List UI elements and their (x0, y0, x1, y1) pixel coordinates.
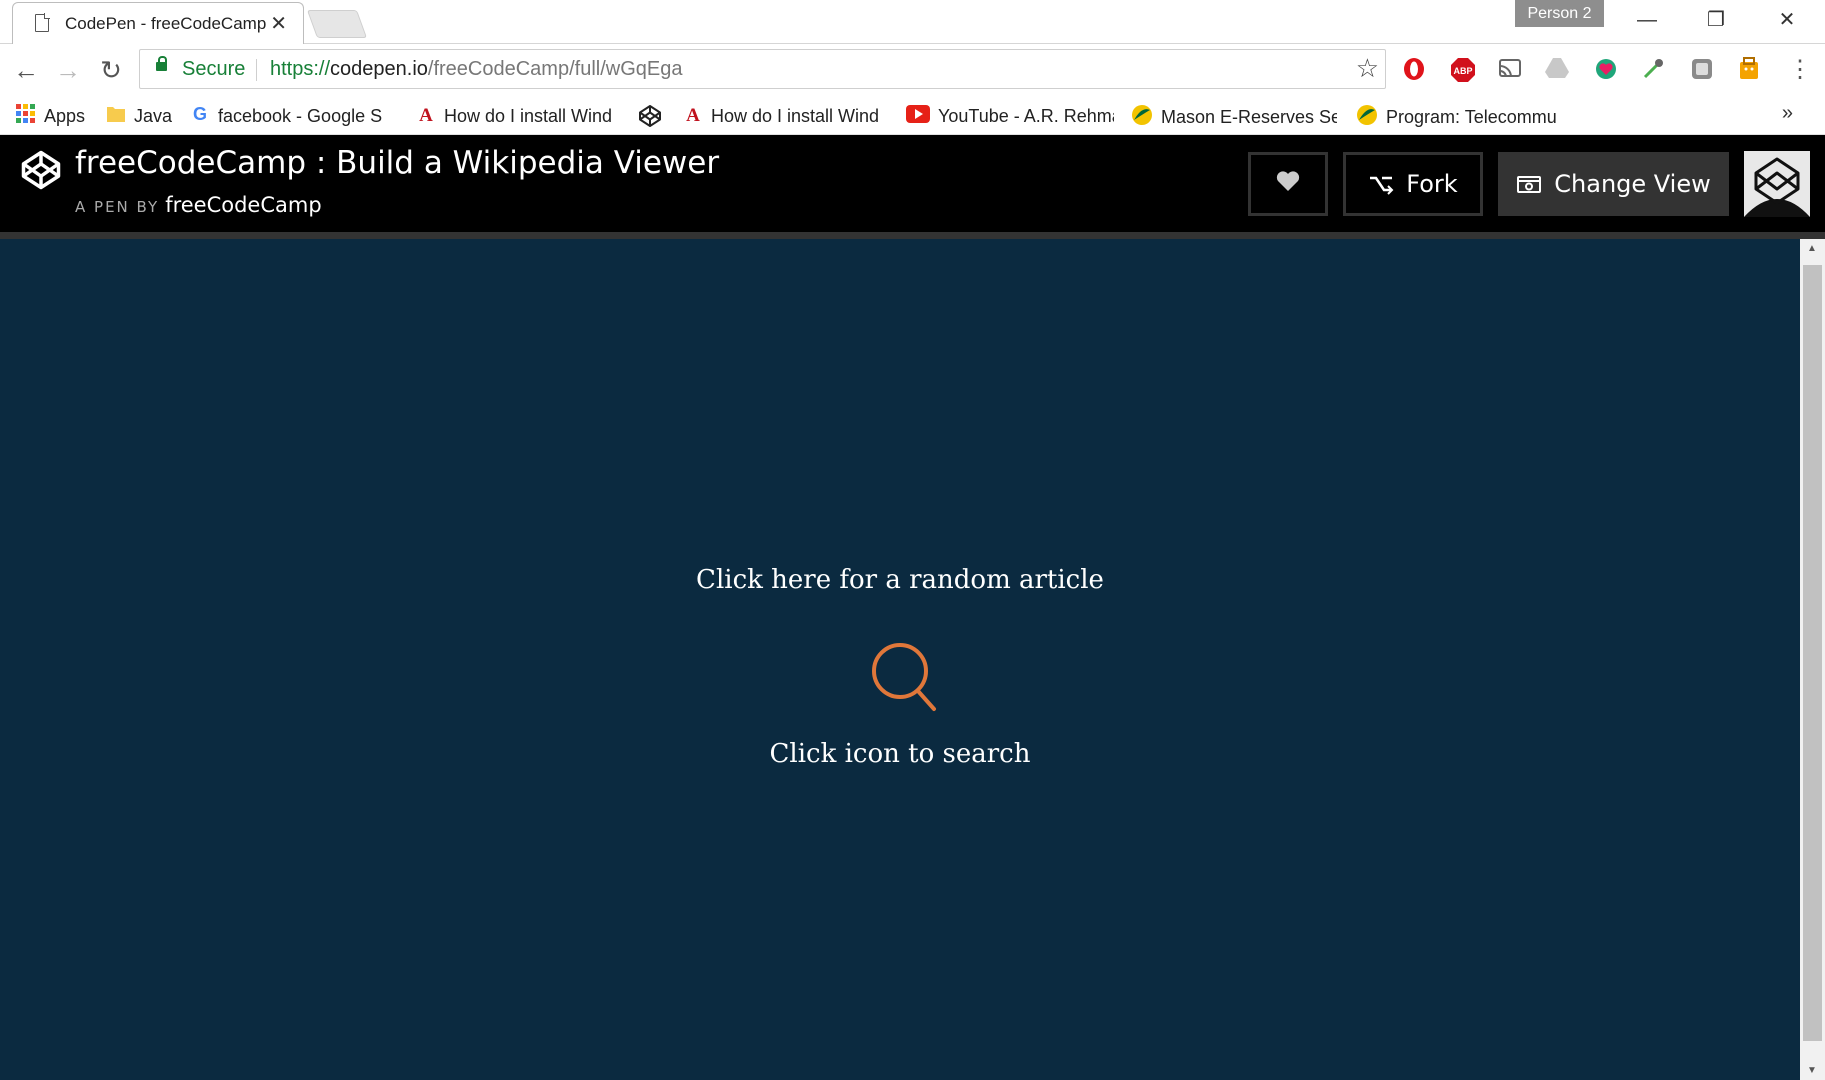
reload-icon[interactable]: ↻ (93, 52, 129, 88)
bookmark-youtube[interactable]: YouTube - A.R. Rehma (906, 104, 1114, 128)
author-link[interactable]: freeCodeCamp (165, 193, 322, 217)
bookmark-label: Mason E-Reserves Sea (1161, 106, 1337, 127)
minimize-icon[interactable]: — (1617, 4, 1677, 36)
more-bookmarks-icon[interactable]: » (1782, 102, 1793, 125)
change-view-label: Change View (1554, 170, 1711, 198)
folder-icon (106, 105, 126, 129)
browser-toolbar: ← → ↻ Secure https://codepen.io/freeCode… (0, 44, 1825, 96)
cast-icon[interactable] (1497, 57, 1521, 81)
omnibox-separator (256, 59, 257, 81)
forward-icon[interactable]: → (50, 52, 86, 88)
bookmark-label: Java (134, 106, 173, 126)
url-host: codepen.io (330, 58, 428, 80)
bookmark-star-icon[interactable]: ☆ (1356, 53, 1379, 84)
profile-button[interactable]: Person 2 (1515, 0, 1604, 27)
fork-button[interactable]: Fork (1343, 152, 1483, 216)
fork-label: Fork (1406, 170, 1458, 198)
menu-icon[interactable]: ⋮ (1782, 52, 1818, 88)
url-scheme: https:// (270, 58, 331, 80)
codepen-header: freeCodeCamp : Build a Wikipedia Viewer … (0, 135, 1825, 232)
bookmark-facebook-google[interactable]: Gfacebook - Google S (190, 104, 395, 128)
extension-square-icon[interactable] (1690, 57, 1714, 81)
mason-icon (1131, 104, 1153, 128)
bookmark-mason-ereserves[interactable]: Mason E-Reserves Sea (1131, 104, 1337, 128)
header-divider (0, 232, 1825, 239)
honey-extension-icon[interactable] (1737, 57, 1761, 81)
bookmarks-bar: Apps Java Gfacebook - Google S A How do I… (0, 96, 1825, 135)
page-icon (35, 13, 50, 32)
change-view-button[interactable]: Change View (1498, 152, 1729, 216)
youtube-icon (906, 105, 930, 128)
opera-icon[interactable] (1402, 57, 1426, 81)
view-icon (1516, 174, 1542, 194)
bookmark-program-telecommunications[interactable]: Program: Telecommu (1356, 104, 1564, 128)
url-path: /freeCodeCamp/full/wGqEga (427, 58, 683, 80)
bookmark-apps[interactable]: Apps (16, 104, 85, 128)
restore-icon[interactable]: ❐ (1686, 4, 1746, 36)
close-tab-icon[interactable]: ✕ (270, 11, 287, 36)
tab-strip: CodePen - freeCodeCamp ✕ Person 2 — ❐ ✕ (0, 0, 1825, 44)
scroll-down-icon[interactable]: ▼ (1807, 1065, 1817, 1076)
heart-button[interactable] (1248, 152, 1328, 216)
bookmark-label: Apps (44, 106, 86, 126)
new-tab-button[interactable] (306, 10, 368, 38)
close-window-icon[interactable]: ✕ (1757, 4, 1817, 36)
scrollbar-thumb[interactable] (1803, 265, 1822, 1041)
google-icon: G (190, 104, 210, 128)
answers-a-icon: A (416, 104, 436, 128)
bookmark-java[interactable]: Java (106, 104, 172, 128)
pen-preview: Click here for a random article Click ic… (0, 239, 1800, 1080)
bookmark-label: Program: Telecommu (1386, 106, 1557, 127)
pen-title: freeCodeCamp : Build a Wikipedia Viewer (75, 145, 720, 181)
pen-byline: A PEN BY freeCodeCamp (75, 193, 322, 217)
tab-title: CodePen - freeCodeCamp (65, 14, 267, 33)
back-icon[interactable]: ← (8, 52, 44, 88)
url-text[interactable]: https://codepen.io/freeCodeCamp/full/wGq… (270, 58, 682, 81)
bookmark-label: facebook - Google S (218, 106, 383, 126)
svg-text:G: G (193, 104, 207, 124)
heart-icon (1275, 169, 1301, 199)
secure-label: Secure (182, 58, 246, 80)
search-icon[interactable] (870, 641, 940, 718)
bookmark-install-windows-2[interactable]: A How do I install Wind (683, 104, 887, 128)
bookmark-codepen[interactable] (638, 104, 670, 128)
svg-text:ABP: ABP (1453, 66, 1472, 76)
answers-a-icon: A (683, 104, 703, 128)
scroll-up-icon[interactable]: ▲ (1807, 243, 1817, 254)
vertical-scrollbar[interactable]: ▲ ▼ (1800, 239, 1825, 1080)
bookmark-label: How do I install Wind (711, 106, 880, 126)
fork-icon (1368, 173, 1394, 195)
random-article-link[interactable]: Click here for a random article (0, 565, 1800, 595)
codepen-icon (638, 104, 662, 134)
eyedropper-icon[interactable] (1641, 57, 1665, 81)
address-bar[interactable]: Secure https://codepen.io/freeCodeCamp/f… (139, 49, 1386, 89)
heart-extension-icon[interactable] (1594, 57, 1618, 81)
user-avatar[interactable] (1744, 151, 1810, 217)
mason-icon (1356, 104, 1378, 128)
bookmark-install-windows-1[interactable]: A How do I install Wind (416, 104, 620, 128)
browser-tab[interactable]: CodePen - freeCodeCamp ✕ (12, 2, 304, 44)
bookmark-label: How do I install Wind (444, 106, 613, 126)
codepen-logo-icon[interactable] (20, 149, 62, 196)
svg-text:A: A (419, 105, 433, 124)
bookmark-label: YouTube - A.R. Rehma (938, 106, 1114, 126)
by-label: A PEN BY (75, 198, 160, 216)
drive-icon[interactable] (1545, 57, 1569, 81)
adblock-icon[interactable]: ABP (1450, 57, 1475, 82)
lock-icon (156, 56, 167, 71)
search-hint: Click icon to search (769, 739, 1031, 769)
apps-grid-icon (16, 104, 36, 130)
svg-text:A: A (686, 105, 700, 124)
